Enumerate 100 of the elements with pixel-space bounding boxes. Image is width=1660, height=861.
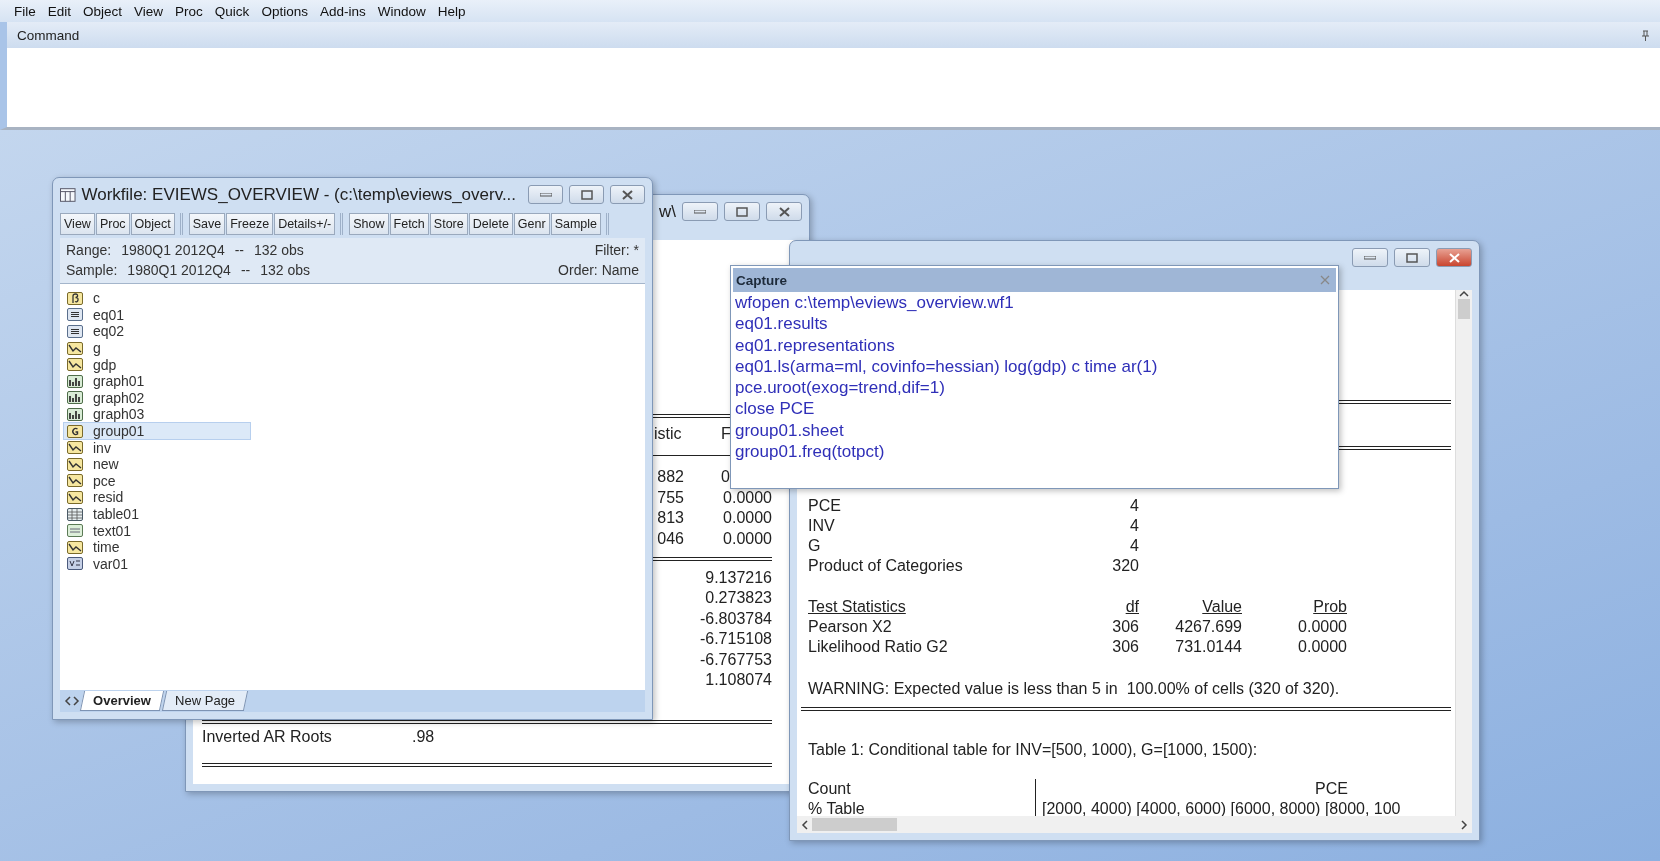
scrollbar-thumb[interactable]: [812, 818, 897, 831]
command-line[interactable]: eq01.ls(arma=ml, covinfo=hessian) log(gdp) c time ar(1): [733, 355, 1336, 378]
menu-item[interactable]: View: [128, 3, 170, 19]
object-list-item[interactable]: eq02: [64, 323, 250, 340]
warning-text: WARNING: Expected value is less than 5 in 100.00% of cells (320 of 320).: [807, 679, 1341, 699]
command-input[interactable]: [0, 48, 1660, 130]
toolbar-button[interactable]: Show: [349, 213, 389, 235]
minimize-button[interactable]: [1352, 248, 1388, 267]
close-button[interactable]: [1436, 248, 1472, 267]
object-list-item[interactable]: c: [64, 290, 250, 307]
object-list-item[interactable]: gdp: [64, 356, 250, 373]
table-cell-text: 046: [656, 528, 684, 549]
close-icon: [778, 206, 790, 217]
vertical-scrollbar[interactable]: [1455, 290, 1472, 816]
close-button[interactable]: [766, 202, 802, 221]
toolbar-button[interactable]: View: [60, 213, 95, 235]
command-line[interactable]: pce.uroot(exog=trend,dif=1): [733, 377, 1336, 399]
table-cell-text: 0.0000: [1297, 617, 1347, 637]
line-chart-icon: [67, 441, 83, 455]
window-title: w\: [659, 201, 676, 222]
table-cell-text: 0.0000: [722, 508, 772, 528]
close-button[interactable]: [610, 185, 645, 204]
scrollbar-thumb[interactable]: [1458, 299, 1470, 319]
table-cell-text: 306: [1111, 637, 1139, 657]
menu-item[interactable]: Edit: [41, 3, 78, 19]
object-list-item[interactable]: graph02: [64, 389, 250, 407]
toolbar-button[interactable]: Fetch: [389, 213, 429, 235]
group-icon: [67, 424, 83, 438]
toolbar-button[interactable]: Store: [429, 213, 468, 235]
table-cell-text: 731.0144: [1174, 637, 1242, 657]
bar-chart-icon: [67, 374, 83, 388]
minimize-button[interactable]: [682, 202, 718, 221]
object-list-item[interactable]: graph01: [64, 372, 250, 390]
minimize-button[interactable]: [528, 185, 564, 204]
table-cell-text: Inverted AR Roots: [202, 727, 333, 748]
column-header: df: [1124, 597, 1139, 617]
object-list-item[interactable]: group01: [64, 422, 250, 440]
table-cell-text: -6.767753: [698, 649, 772, 670]
object-list-item[interactable]: g: [64, 339, 250, 357]
object-list-item[interactable]: time: [64, 538, 250, 556]
toolbar-button[interactable]: Sample: [550, 213, 602, 235]
table-cell-text: Count: [808, 779, 852, 799]
panel-title: Capture: [736, 272, 787, 288]
table-cell-text: 4: [1129, 496, 1139, 516]
line-chart-icon: [67, 457, 83, 471]
chevron-left-icon: [801, 819, 808, 830]
toolbar-button[interactable]: Freeze: [226, 213, 274, 235]
object-list-item[interactable]: table01: [64, 505, 250, 523]
object-list-item[interactable]: var01: [64, 555, 250, 573]
toolbar-button[interactable]: Details+/-: [274, 213, 336, 235]
maximize-button[interactable]: [569, 185, 604, 204]
coefficient-icon: [67, 291, 83, 305]
page-tab[interactable]: New Page: [161, 691, 248, 711]
object-list-item[interactable]: pce: [64, 472, 250, 490]
equation-icon: [67, 308, 83, 322]
maximize-button[interactable]: [724, 202, 760, 221]
toolbar-button[interactable]: Object: [130, 213, 175, 235]
menu-item[interactable]: Proc: [169, 3, 209, 19]
object-list-item[interactable]: text01: [64, 522, 250, 539]
object-list-item[interactable]: new: [64, 455, 250, 473]
object-list-item[interactable]: inv: [64, 439, 250, 456]
horizontal-scrollbar[interactable]: [797, 816, 1472, 833]
command-line[interactable]: wfopen c:\temp\eviews_overview.wf1: [733, 292, 1336, 314]
command-line[interactable]: close PCE: [733, 398, 1336, 420]
minimize-icon: [1364, 255, 1376, 260]
minimize-icon: [539, 192, 552, 197]
object-list-item[interactable]: resid: [64, 489, 250, 506]
menu-item[interactable]: Object: [77, 3, 129, 19]
toolbar-button[interactable]: Genr: [513, 213, 550, 235]
table-cell-text: 0: [720, 467, 731, 487]
command-line[interactable]: group01.sheet: [733, 419, 1336, 442]
menu-item[interactable]: Help: [431, 3, 472, 19]
menu-item[interactable]: File: [8, 3, 42, 19]
info-value: Filter: *: [594, 242, 639, 258]
toolbar-button[interactable]: Delete: [468, 213, 513, 235]
maximize-icon: [1406, 252, 1418, 263]
command-line[interactable]: eq01.representations: [733, 334, 1336, 356]
info-value: 132 obs: [260, 262, 311, 278]
object-list-item[interactable]: graph03: [64, 406, 250, 423]
line-chart-icon: [67, 540, 83, 554]
info-value: 132 obs: [254, 242, 304, 258]
maximize-button[interactable]: [1394, 248, 1430, 267]
table-cell-text: .98: [412, 727, 436, 748]
info-label: Range:: [66, 242, 112, 258]
menu-item[interactable]: Window: [371, 3, 432, 19]
command-line[interactable]: eq01.results: [733, 313, 1336, 335]
command-line[interactable]: group01.freq(totpct): [733, 441, 1336, 463]
page-tab[interactable]: Overview: [79, 691, 164, 711]
toolbar-button[interactable]: Proc: [95, 213, 130, 235]
menu-item[interactable]: Add-ins: [313, 3, 372, 19]
object-list-item[interactable]: eq01: [64, 306, 250, 324]
table-cell-text: 0.0000: [722, 487, 772, 508]
pane-title: Command: [17, 27, 80, 43]
table-cell-text: -6.803784: [698, 608, 772, 629]
equation-icon: [67, 325, 83, 338]
toolbar-button[interactable]: Save: [188, 213, 226, 235]
menu-item[interactable]: Options: [255, 3, 314, 19]
menu-item[interactable]: Quick: [208, 3, 256, 19]
table-cell-text: Likelihood Ratio G2: [808, 637, 949, 657]
chevron-left-icon: [64, 696, 71, 706]
